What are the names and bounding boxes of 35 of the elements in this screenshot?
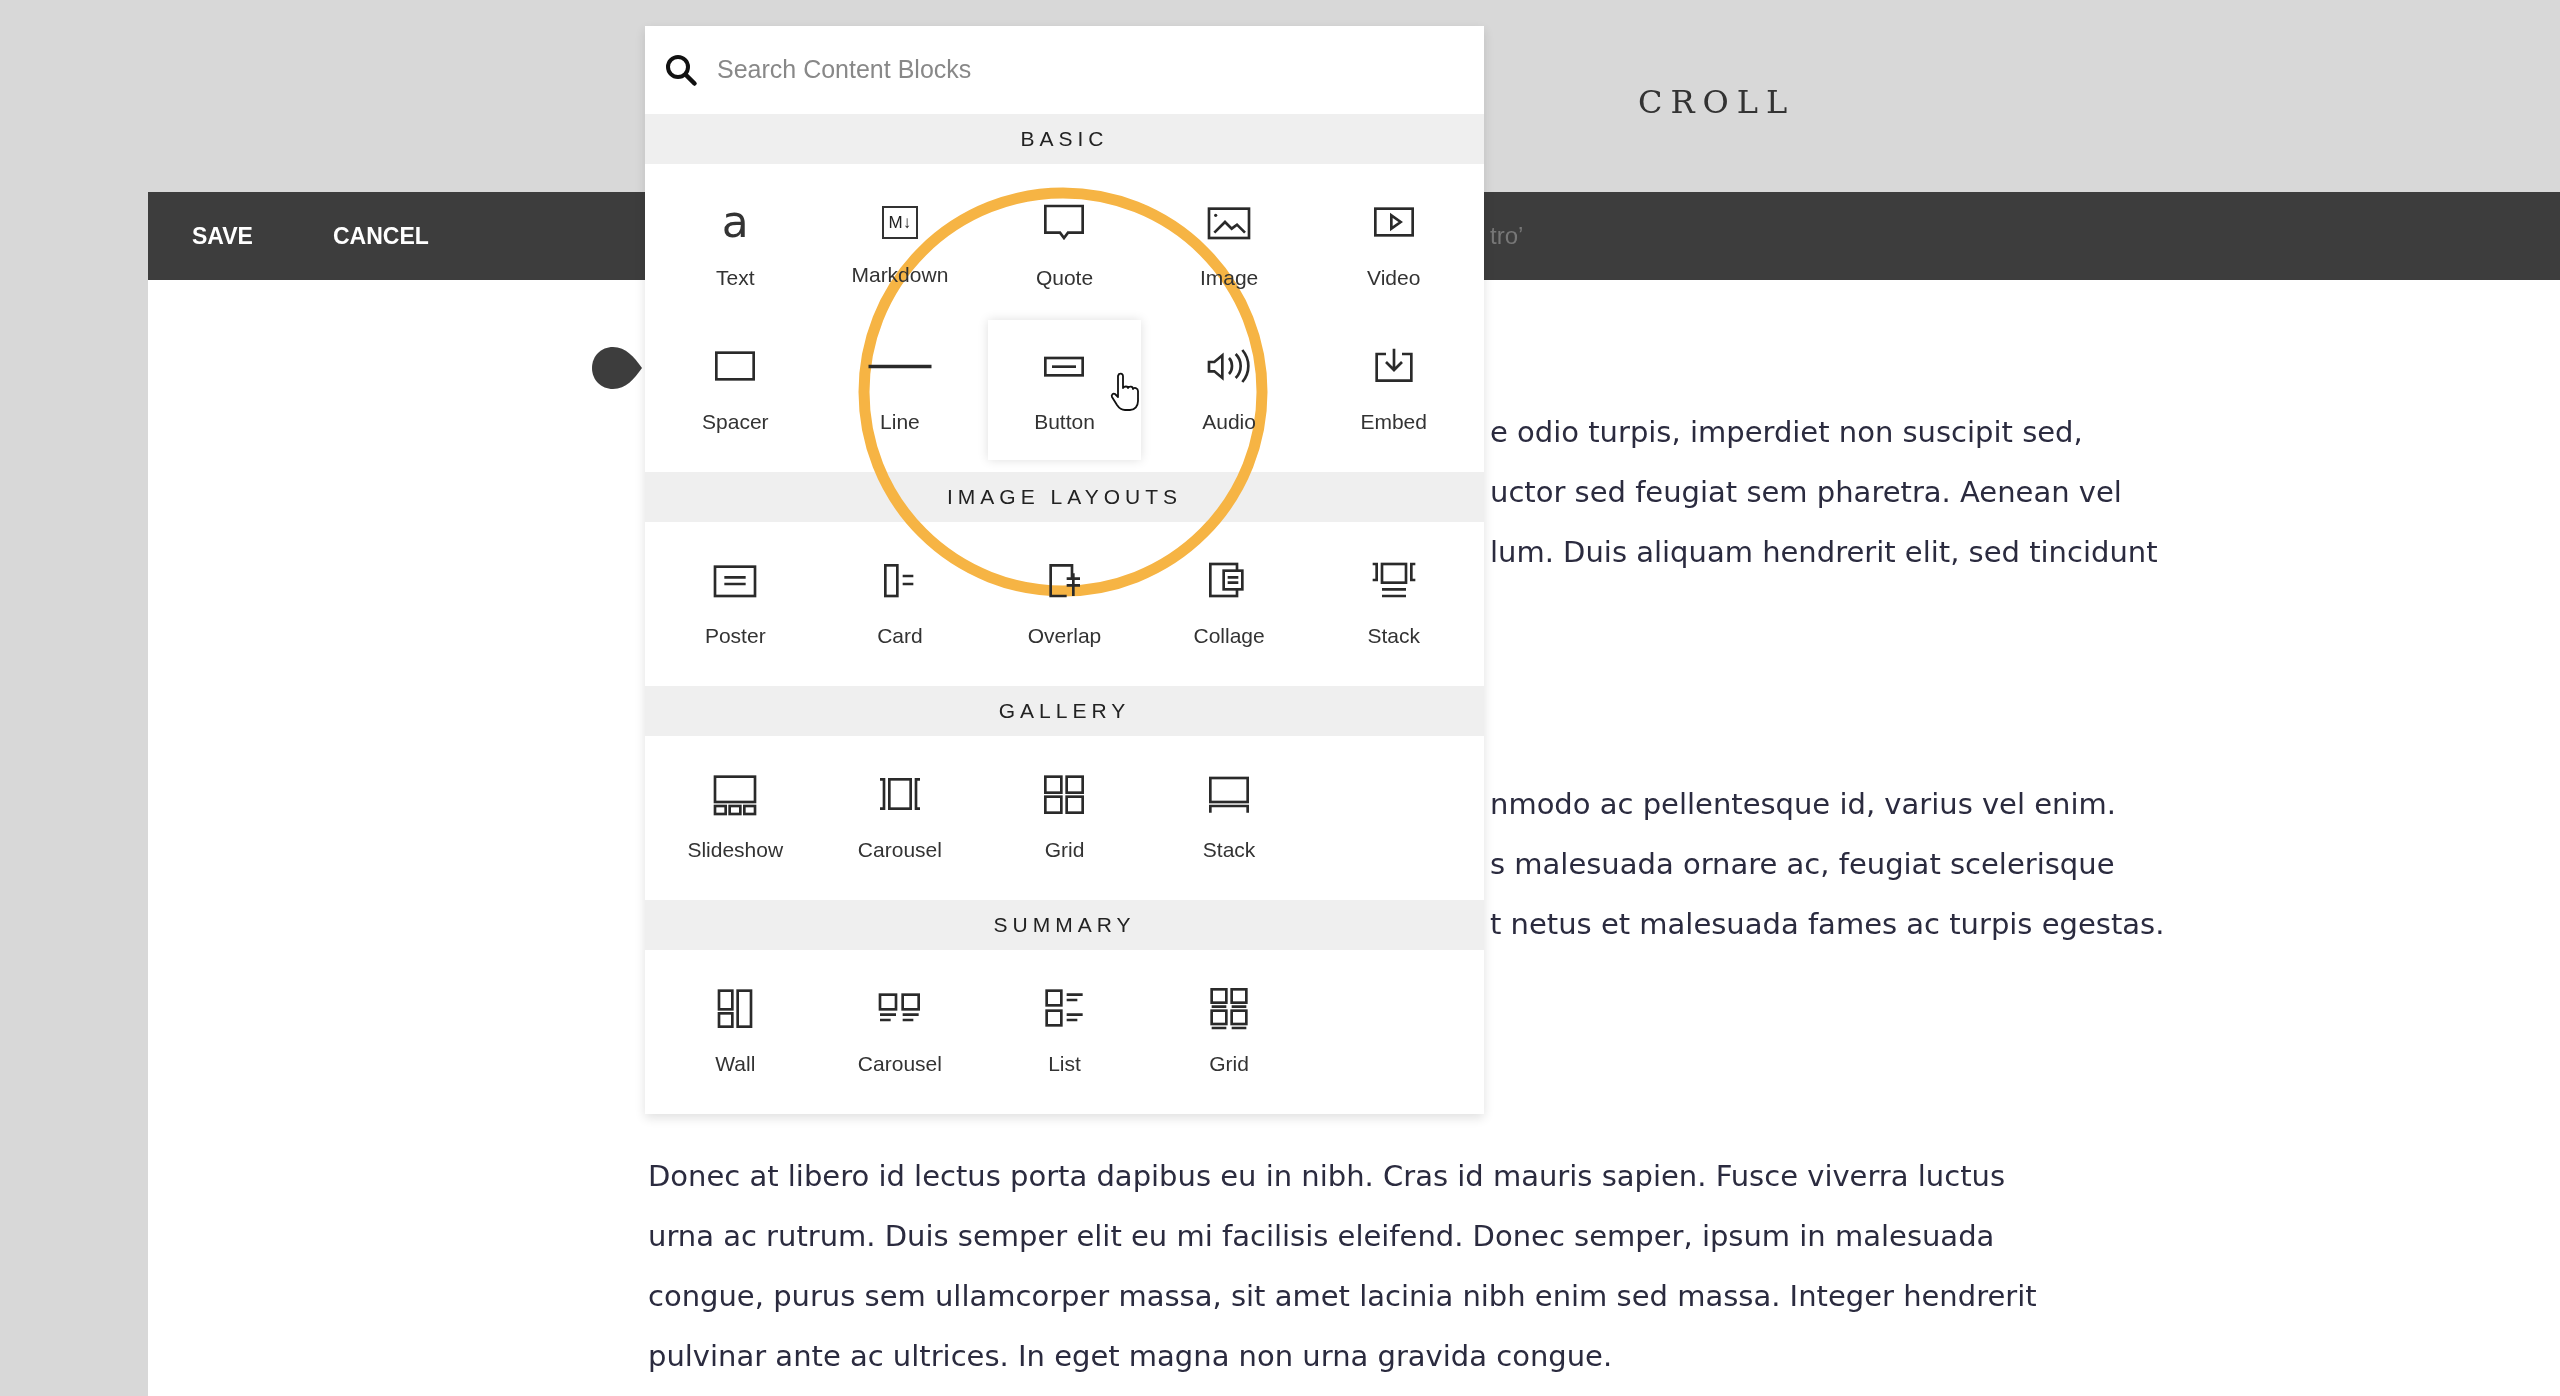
body-paragraph: Donec at libero id lectus porta dapibus eu in nibh. Cras id mauris sapien. Fusce viverra luctus urna ac rutrum. Duis semper elit eu mi facilisis eleifend. Donec semper, ipsum in malesuada congue, purus sem ullamcorper massa, sit amet lacinia nibh enim sed massa. Integer hendrerit pulvinar ante ac ultrices. In eget magna non urna gravida congue. — [648, 1158, 2037, 1375]
cancel-button[interactable]: CANCEL — [332, 218, 429, 254]
block-tile[interactable]: a Text — [659, 176, 812, 316]
block-tile[interactable]: Collage — [1152, 534, 1306, 674]
block-tile[interactable]: Video — [1317, 176, 1470, 316]
page-title: tro’ — [1490, 221, 1524, 251]
search-field[interactable]: Search Content Blocks — [699, 51, 1484, 89]
block-tile[interactable]: Slideshow — [659, 748, 812, 888]
block-tile[interactable]: List — [988, 962, 1141, 1102]
block-tile[interactable]: Poster — [659, 534, 812, 674]
markdown-icon: M↓ — [881, 205, 919, 239]
block-tile[interactable]: Grid — [1152, 962, 1306, 1102]
block-tile[interactable]: Audio — [1152, 320, 1306, 460]
block-tile[interactable]: Stack — [1317, 534, 1470, 674]
block-tile[interactable]: Stack — [1152, 748, 1306, 888]
body-paragraph: e odio turpis, imperdiet non suscipit sed, uctor sed feugiat sem pharetra. Aenean vel lum. Duis aliquam hendrerit elit, sed tincidunt — [1490, 414, 2158, 571]
body-paragraph: nmodo ac pellentesque id, varius vel enim. s malesuada ornare ac, feugiat scelerisque t netus et malesuada fames ac turpis egestas. — [1490, 786, 2165, 943]
block-tile[interactable]: Quote — [988, 176, 1141, 316]
text-icon: a — [721, 198, 749, 247]
save-button[interactable]: SAVE — [192, 218, 253, 254]
block-tile[interactable]: Spacer — [659, 320, 812, 460]
block-tile[interactable]: Carousel — [823, 748, 977, 888]
site-logo: CROLL — [1638, 83, 1796, 121]
block-tile[interactable]: Line — [823, 320, 977, 460]
block-tile[interactable]: Wall — [659, 962, 812, 1102]
block-tile[interactable]: Embed — [1317, 320, 1470, 460]
block-tile[interactable]: Button — [988, 320, 1141, 460]
block-tile[interactable]: Card — [823, 534, 977, 674]
block-tile[interactable]: Overlap — [988, 534, 1141, 674]
section-title: BASIC — [1020, 127, 1109, 150]
section-title: GALLERY — [998, 699, 1131, 722]
section-title: SUMMARY — [993, 913, 1136, 936]
block-tile[interactable]: Grid — [988, 748, 1141, 888]
block-tile[interactable]: Carousel — [823, 962, 977, 1102]
section-title: IMAGE LAYOUTS — [947, 485, 1182, 508]
